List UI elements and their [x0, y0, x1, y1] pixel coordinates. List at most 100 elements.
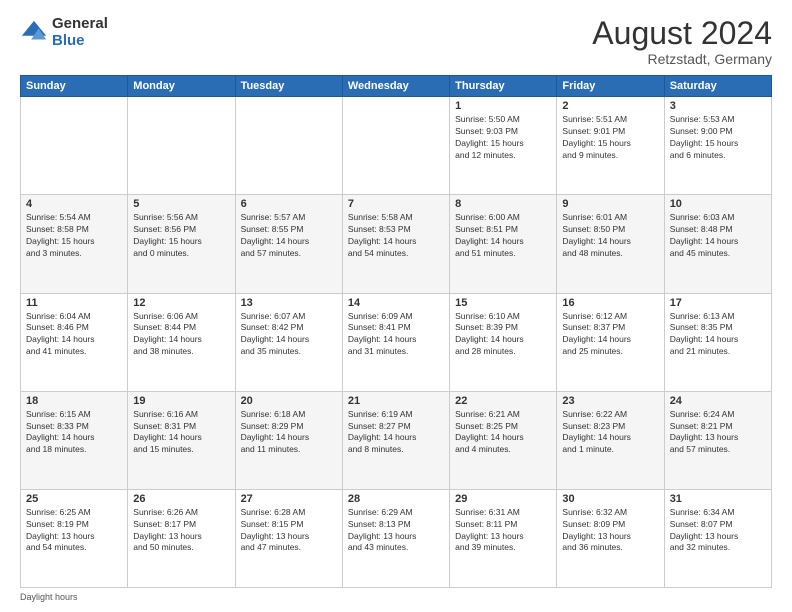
logo-blue-text: Blue	[52, 33, 108, 50]
table-row: 7 Sunrise: 5:58 AMSunset: 8:53 PMDaylight…	[342, 195, 449, 293]
day-info: Sunrise: 5:51 AMSunset: 9:01 PMDaylight:…	[562, 114, 658, 162]
table-row: 23 Sunrise: 6:22 AMSunset: 8:23 PMDayligh…	[557, 391, 664, 489]
footer-note: Daylight hours	[20, 592, 772, 602]
day-number: 21	[348, 395, 444, 407]
day-info: Sunrise: 5:54 AMSunset: 8:58 PMDaylight:…	[26, 212, 122, 260]
day-number: 3	[670, 100, 766, 112]
table-row: 12Sunrise: 6:06 AMSunset: 8:44 PMDayligh…	[128, 293, 235, 391]
table-row: 21 Sunrise: 6:19 AMSunset: 8:27 PMDayligh…	[342, 391, 449, 489]
day-number: 25	[26, 493, 122, 505]
day-info: Sunrise: 5:58 AMSunset: 8:53 PMDaylight:…	[348, 212, 444, 260]
calendar-week-row: 25Sunrise: 6:25 AMSunset: 8:19 PMDayligh…	[21, 489, 772, 587]
table-row: 30 Sunrise: 6:32 AMSunset: 8:09 PMDayligh…	[557, 489, 664, 587]
table-row: 16 Sunrise: 6:12 AMSunset: 8:37 PMDayligh…	[557, 293, 664, 391]
col-tuesday: Tuesday	[235, 76, 342, 97]
day-info: Sunrise: 6:29 AMSunset: 8:13 PMDaylight:…	[348, 507, 444, 555]
col-monday: Monday	[128, 76, 235, 97]
day-number: 4	[26, 198, 122, 210]
col-friday: Friday	[557, 76, 664, 97]
logo-icon	[20, 19, 48, 47]
day-info: Sunrise: 6:15 AMSunset: 8:33 PMDaylight:…	[26, 409, 122, 457]
day-number: 26	[133, 493, 229, 505]
day-number: 19	[133, 395, 229, 407]
day-info: Sunrise: 6:12 AMSunset: 8:37 PMDaylight:…	[562, 311, 658, 359]
day-info: Sunrise: 6:18 AMSunset: 8:29 PMDaylight:…	[241, 409, 337, 457]
day-number: 9	[562, 198, 658, 210]
col-saturday: Saturday	[664, 76, 771, 97]
table-row: 24 Sunrise: 6:24 AMSunset: 8:21 PMDayligh…	[664, 391, 771, 489]
table-row: 15 Sunrise: 6:10 AMSunset: 8:39 PMDayligh…	[450, 293, 557, 391]
day-info: Sunrise: 6:24 AMSunset: 8:21 PMDaylight:…	[670, 409, 766, 457]
day-info: Sunrise: 6:34 AMSunset: 8:07 PMDaylight:…	[670, 507, 766, 555]
table-row	[235, 97, 342, 195]
table-row	[21, 97, 128, 195]
table-row: 28Sunrise: 6:29 AMSunset: 8:13 PMDayligh…	[342, 489, 449, 587]
table-row: 6 Sunrise: 5:57 AMSunset: 8:55 PMDaylight…	[235, 195, 342, 293]
table-row: 25Sunrise: 6:25 AMSunset: 8:19 PMDayligh…	[21, 489, 128, 587]
table-row: 1Sunrise: 5:50 AMSunset: 9:03 PMDaylight…	[450, 97, 557, 195]
calendar-header-row: Sunday Monday Tuesday Wednesday Thursday…	[21, 76, 772, 97]
day-number: 29	[455, 493, 551, 505]
col-sunday: Sunday	[21, 76, 128, 97]
table-row: 10 Sunrise: 6:03 AMSunset: 8:48 PMDayligh…	[664, 195, 771, 293]
day-info: Sunrise: 6:07 AMSunset: 8:42 PMDaylight:…	[241, 311, 337, 359]
day-number: 31	[670, 493, 766, 505]
table-row: 22 Sunrise: 6:21 AMSunset: 8:25 PMDayligh…	[450, 391, 557, 489]
day-info: Sunrise: 5:56 AMSunset: 8:56 PMDaylight:…	[133, 212, 229, 260]
page: General Blue August 2024 Retzstadt, Germ…	[0, 0, 792, 612]
day-info: Sunrise: 6:19 AMSunset: 8:27 PMDaylight:…	[348, 409, 444, 457]
day-info: Sunrise: 6:10 AMSunset: 8:39 PMDaylight:…	[455, 311, 551, 359]
table-row: 18 Sunrise: 6:15 AMSunset: 8:33 PMDayligh…	[21, 391, 128, 489]
logo-text: General Blue	[52, 16, 108, 49]
day-info: Sunrise: 6:03 AMSunset: 8:48 PMDaylight:…	[670, 212, 766, 260]
day-number: 22	[455, 395, 551, 407]
day-info: Sunrise: 6:32 AMSunset: 8:09 PMDaylight:…	[562, 507, 658, 555]
table-row: 19 Sunrise: 6:16 AMSunset: 8:31 PMDayligh…	[128, 391, 235, 489]
day-number: 18	[26, 395, 122, 407]
location: Retzstadt, Germany	[592, 51, 772, 67]
day-number: 13	[241, 297, 337, 309]
day-number: 30	[562, 493, 658, 505]
day-number: 16	[562, 297, 658, 309]
day-info: Sunrise: 6:06 AMSunset: 8:44 PMDaylight:…	[133, 311, 229, 359]
table-row	[128, 97, 235, 195]
day-number: 23	[562, 395, 658, 407]
day-number: 17	[670, 297, 766, 309]
table-row: 4 Sunrise: 5:54 AMSunset: 8:58 PMDaylight…	[21, 195, 128, 293]
day-info: Sunrise: 6:04 AMSunset: 8:46 PMDaylight:…	[26, 311, 122, 359]
table-row: 9Sunrise: 6:01 AMSunset: 8:50 PMDaylight…	[557, 195, 664, 293]
table-row: 5 Sunrise: 5:56 AMSunset: 8:56 PMDaylight…	[128, 195, 235, 293]
logo-general-text: General	[52, 16, 108, 33]
day-number: 5	[133, 198, 229, 210]
title-block: August 2024 Retzstadt, Germany	[592, 16, 772, 67]
day-info: Sunrise: 6:21 AMSunset: 8:25 PMDaylight:…	[455, 409, 551, 457]
day-info: Sunrise: 6:22 AMSunset: 8:23 PMDaylight:…	[562, 409, 658, 457]
calendar-week-row: 1Sunrise: 5:50 AMSunset: 9:03 PMDaylight…	[21, 97, 772, 195]
month-year: August 2024	[592, 16, 772, 51]
day-info: Sunrise: 5:57 AMSunset: 8:55 PMDaylight:…	[241, 212, 337, 260]
day-number: 24	[670, 395, 766, 407]
table-row: 27Sunrise: 6:28 AMSunset: 8:15 PMDayligh…	[235, 489, 342, 587]
table-row: 8Sunrise: 6:00 AMSunset: 8:51 PMDaylight…	[450, 195, 557, 293]
header: General Blue August 2024 Retzstadt, Germ…	[20, 16, 772, 67]
table-row: 2 Sunrise: 5:51 AMSunset: 9:01 PMDaylight…	[557, 97, 664, 195]
day-number: 14	[348, 297, 444, 309]
day-number: 2	[562, 100, 658, 112]
day-number: 15	[455, 297, 551, 309]
table-row: 20Sunrise: 6:18 AMSunset: 8:29 PMDayligh…	[235, 391, 342, 489]
day-info: Sunrise: 6:16 AMSunset: 8:31 PMDaylight:…	[133, 409, 229, 457]
day-number: 6	[241, 198, 337, 210]
day-number: 7	[348, 198, 444, 210]
day-info: Sunrise: 5:53 AMSunset: 9:00 PMDaylight:…	[670, 114, 766, 162]
col-thursday: Thursday	[450, 76, 557, 97]
calendar-week-row: 18 Sunrise: 6:15 AMSunset: 8:33 PMDayligh…	[21, 391, 772, 489]
table-row: 14Sunrise: 6:09 AMSunset: 8:41 PMDayligh…	[342, 293, 449, 391]
day-info: Sunrise: 6:13 AMSunset: 8:35 PMDaylight:…	[670, 311, 766, 359]
calendar-table: Sunday Monday Tuesday Wednesday Thursday…	[20, 75, 772, 588]
table-row: 31 Sunrise: 6:34 AMSunset: 8:07 PMDayligh…	[664, 489, 771, 587]
logo: General Blue	[20, 16, 108, 49]
day-number: 10	[670, 198, 766, 210]
table-row: 13 Sunrise: 6:07 AMSunset: 8:42 PMDayligh…	[235, 293, 342, 391]
table-row: 29Sunrise: 6:31 AMSunset: 8:11 PMDayligh…	[450, 489, 557, 587]
day-info: Sunrise: 6:28 AMSunset: 8:15 PMDaylight:…	[241, 507, 337, 555]
